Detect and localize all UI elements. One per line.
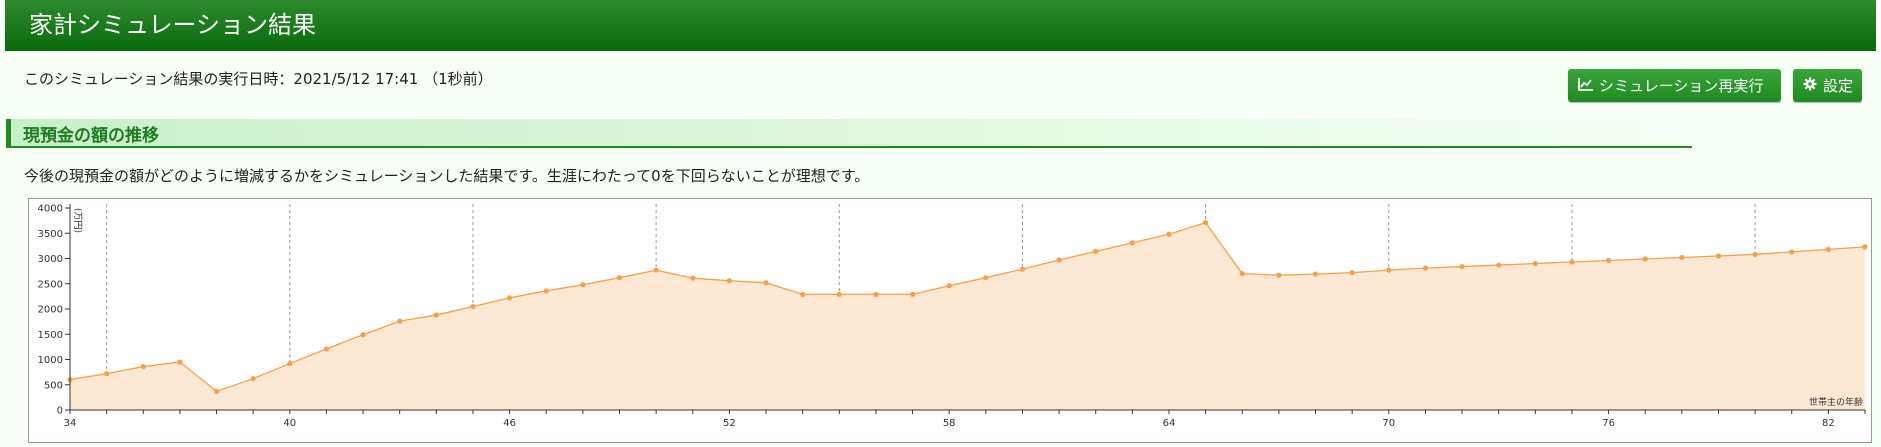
data-point <box>360 332 366 338</box>
data-point <box>1166 231 1172 237</box>
data-point <box>1386 267 1392 273</box>
data-point <box>726 278 732 284</box>
data-point <box>140 363 146 370</box>
data-point <box>1789 249 1795 255</box>
data-point <box>1422 265 1429 271</box>
data-point <box>1569 259 1575 265</box>
y-tick-label: 2500 <box>38 279 63 290</box>
data-point <box>1532 260 1538 267</box>
data-point <box>1129 240 1135 246</box>
x-tick-label: 40 <box>283 418 296 429</box>
data-point <box>1605 257 1612 264</box>
rerun-label: シミュレーション再実行 <box>1599 77 1764 95</box>
data-point <box>397 318 403 324</box>
data-point <box>104 371 110 377</box>
data-point <box>873 291 879 297</box>
data-point <box>616 275 623 281</box>
data-point <box>213 388 220 394</box>
data-point <box>1276 272 1282 278</box>
y-tick-label: 500 <box>44 380 63 391</box>
y-tick-label: 2000 <box>38 305 63 316</box>
settings-label: 設定 <box>1823 77 1854 95</box>
cash-balance-chart: 0 500 1000 1500 2000 2500 3000 3500 4000 34 40 46 52… <box>28 198 1872 443</box>
data-point <box>1642 256 1648 262</box>
data-point <box>1825 246 1831 253</box>
data-point <box>1056 257 1062 263</box>
x-tick-label: 70 <box>1382 418 1395 429</box>
section-title: 現預金の額の推移 <box>23 126 159 146</box>
data-point <box>177 359 183 365</box>
x-tick-label: 52 <box>723 418 736 429</box>
x-tick-label: 64 <box>1163 418 1176 429</box>
data-point <box>1239 271 1245 277</box>
data-point <box>1459 263 1465 270</box>
data-point <box>1862 244 1868 250</box>
y-axis-label: (万円) <box>72 208 83 233</box>
data-point <box>543 288 549 294</box>
chart-svg: 0 500 1000 1500 2000 2500 3000 3500 4000 34 40 46 52… <box>38 204 1868 429</box>
data-point <box>690 275 696 281</box>
data-point <box>1715 253 1722 259</box>
section-header: 現預金の額の推移 <box>6 119 1692 148</box>
data-point <box>1349 270 1355 276</box>
data-point <box>1093 248 1099 255</box>
data-point <box>1496 262 1502 268</box>
settings-button[interactable]: 設定 <box>1793 69 1862 102</box>
x-axis-label: 世帯主の年齢 <box>1809 396 1863 408</box>
data-point <box>763 280 769 286</box>
x-tick-label: 76 <box>1602 418 1615 429</box>
data-point <box>470 303 476 310</box>
y-tick-label: 4000 <box>38 204 63 215</box>
data-point <box>250 376 256 382</box>
x-tick-label: 58 <box>943 418 956 429</box>
data-point <box>800 291 806 297</box>
page-title: 家計シミュレーション結果 <box>29 11 317 39</box>
x-tick-label: 82 <box>1822 418 1835 429</box>
x-tick-label: 34 <box>64 418 77 429</box>
data-point <box>1312 271 1319 277</box>
data-point <box>287 360 293 367</box>
data-point <box>1679 254 1685 261</box>
area-fill <box>70 222 1865 410</box>
data-point <box>1203 220 1209 226</box>
data-point <box>323 346 330 352</box>
gear-icon <box>1803 77 1817 95</box>
page-header: 家計シミュレーション結果 <box>5 0 1876 51</box>
data-point <box>580 282 586 288</box>
data-point <box>946 283 952 289</box>
data-point <box>836 291 842 297</box>
y-tick-label: 3000 <box>38 254 63 265</box>
chart-line-icon <box>1578 77 1593 95</box>
y-tick-label: 3500 <box>38 229 63 240</box>
data-point <box>1752 251 1758 258</box>
section-description: 今後の現預金の額がどのように増減するかをシミュレーションした結果です。生涯にわた… <box>24 167 870 185</box>
data-point <box>433 312 439 318</box>
data-point <box>506 295 513 301</box>
data-point <box>909 291 916 297</box>
data-point <box>1019 266 1026 272</box>
y-tick-label: 1000 <box>38 355 63 366</box>
y-tick-label: 0 <box>57 406 63 417</box>
data-point <box>983 275 989 281</box>
execution-timestamp: このシミュレーション結果の実行日時：2021/5/12 17:41 （1秒前） <box>24 70 493 88</box>
x-tick-label: 46 <box>503 418 516 429</box>
y-tick-label: 1500 <box>38 330 63 341</box>
rerun-simulation-button[interactable]: シミュレーション再実行 <box>1568 69 1781 102</box>
data-point <box>653 267 659 273</box>
